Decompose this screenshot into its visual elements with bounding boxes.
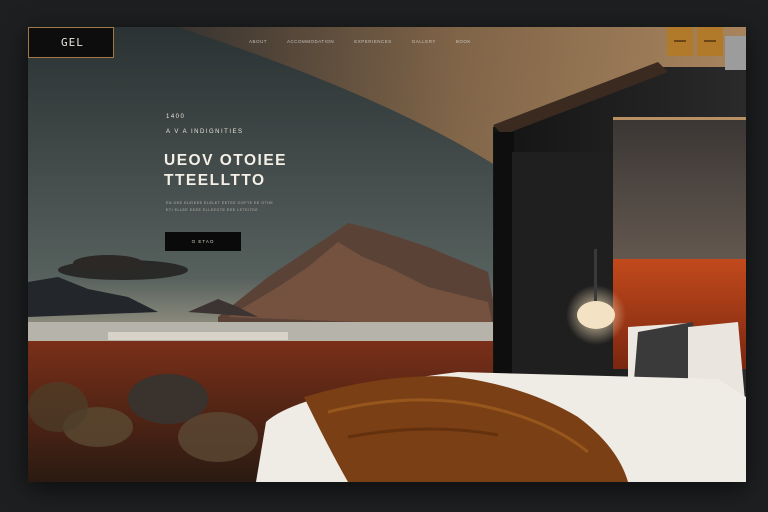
nav-item-gallery[interactable]: GALLERY — [412, 39, 436, 44]
top-navigation: ABOUT ACCOMMODATION EXPERIENCES GALLERY … — [249, 39, 491, 44]
hero-background-image — [28, 27, 746, 482]
search-tile-button[interactable] — [697, 27, 723, 56]
hero-cta-button[interactable]: O ETAO — [165, 232, 241, 251]
hero-headline-line-2: TTEELLTTO — [164, 172, 266, 189]
hero-eyebrow-2: A V A INDIGNITIES — [166, 129, 244, 135]
brand-logo-text: GEL — [61, 36, 84, 49]
menu-tile-button[interactable] — [667, 27, 693, 56]
hero-headline: UEOV OTOIEE TTEELLTTO — [164, 151, 287, 191]
side-scroll-tab[interactable] — [725, 36, 746, 70]
nav-item-about[interactable]: ABOUT — [249, 39, 267, 44]
brand-logo[interactable]: GEL — [28, 27, 114, 58]
hero-eyebrow-1: 1400 — [166, 114, 186, 120]
hero-body-line-2: ETI ELLEE EEEE ELLEEOTE EEE LETEITEE — [166, 208, 259, 212]
hero-headline-line-1: UEOV OTOIEE — [164, 152, 288, 169]
hero-frame: GEL ABOUT ACCOMMODATION EXPERIENCES GALL… — [28, 27, 746, 482]
nav-item-experiences[interactable]: EXPERIENCES — [354, 39, 392, 44]
hero-cta-label: O ETAO — [191, 239, 215, 244]
nav-item-accommodation[interactable]: ACCOMMODATION — [287, 39, 334, 44]
nav-item-book[interactable]: BOOK — [456, 39, 471, 44]
menu-icon — [674, 40, 686, 42]
hero-body-line-1: EN OEE ELEIEEE ELELET EETEE OOFTE EE OTH… — [166, 201, 274, 205]
search-icon — [704, 40, 716, 42]
